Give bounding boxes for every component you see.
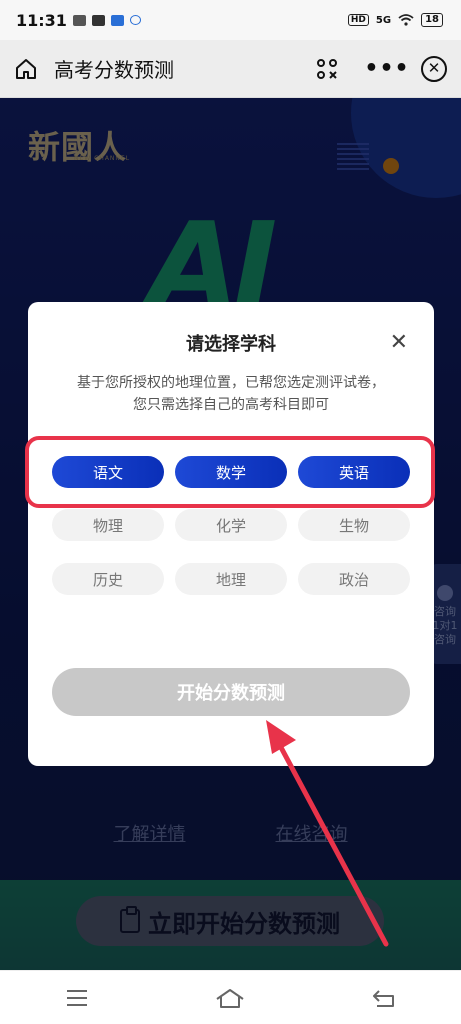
start-prediction-button[interactable]: 开始分数预测 — [52, 668, 410, 716]
close-page-button[interactable]: ✕ — [421, 55, 447, 82]
subject-math[interactable]: 数学 — [175, 456, 287, 488]
status-left: 11:31 — [16, 11, 141, 30]
subject-biology[interactable]: 生物 — [298, 509, 410, 541]
status-bar: 11:31 HD 5G 18 — [0, 0, 461, 40]
subject-history[interactable]: 历史 — [52, 563, 164, 595]
subject-physics[interactable]: 物理 — [52, 509, 164, 541]
home-icon[interactable] — [14, 57, 38, 81]
message-icon — [72, 14, 86, 26]
more-button[interactable]: ••• — [359, 52, 415, 86]
scan-icon[interactable] — [315, 57, 339, 81]
description-line-2: 您只需选择自己的高考科目即可 — [133, 397, 329, 413]
home-nav-icon[interactable] — [200, 978, 260, 1018]
status-time: 11:31 — [16, 10, 67, 30]
modal-close-icon[interactable]: ✕ — [390, 332, 408, 354]
app-k-icon — [91, 14, 105, 26]
hd-badge: HD — [347, 14, 369, 26]
description-line-1: 基于您所授权的地理位置，已帮您选定测评试卷， — [77, 375, 385, 391]
subject-geography[interactable]: 地理 — [175, 563, 287, 595]
modal-title: 请选择学科 — [186, 334, 276, 355]
optional-subjects-row-2: 历史 地理 政治 — [52, 563, 410, 595]
subject-english[interactable]: 英语 — [298, 456, 410, 488]
signal-icon: 5G — [375, 14, 392, 26]
optional-subjects-row-1: 物理 化学 生物 — [52, 509, 410, 541]
translate-outline-icon — [129, 15, 141, 25]
translate-icon — [110, 14, 124, 26]
subject-chemistry[interactable]: 化学 — [175, 509, 287, 541]
wifi-icon — [398, 14, 414, 26]
modal-description: 基于您所授权的地理位置，已帮您选定测评试卷， 您只需选择自己的高考科目即可 — [58, 372, 404, 416]
status-right: HD 5G 18 — [347, 13, 443, 27]
subject-politics[interactable]: 政治 — [298, 563, 410, 595]
battery-icon: 18 — [421, 13, 443, 27]
back-icon[interactable] — [354, 978, 414, 1018]
nav-bar: 高考分数预测 ••• ✕ — [0, 40, 461, 98]
required-subjects-row: 语文 数学 英语 — [52, 456, 410, 488]
page-title: 高考分数预测 — [54, 58, 174, 82]
annotation-arrow-icon — [266, 720, 389, 947]
subject-chinese[interactable]: 语文 — [52, 456, 164, 488]
system-nav-bar — [0, 970, 461, 1024]
subject-select-modal: 请选择学科 ✕ 基于您所授权的地理位置，已帮您选定测评试卷， 您只需选择自己的高… — [25, 302, 435, 766]
menu-icon[interactable] — [47, 978, 107, 1018]
